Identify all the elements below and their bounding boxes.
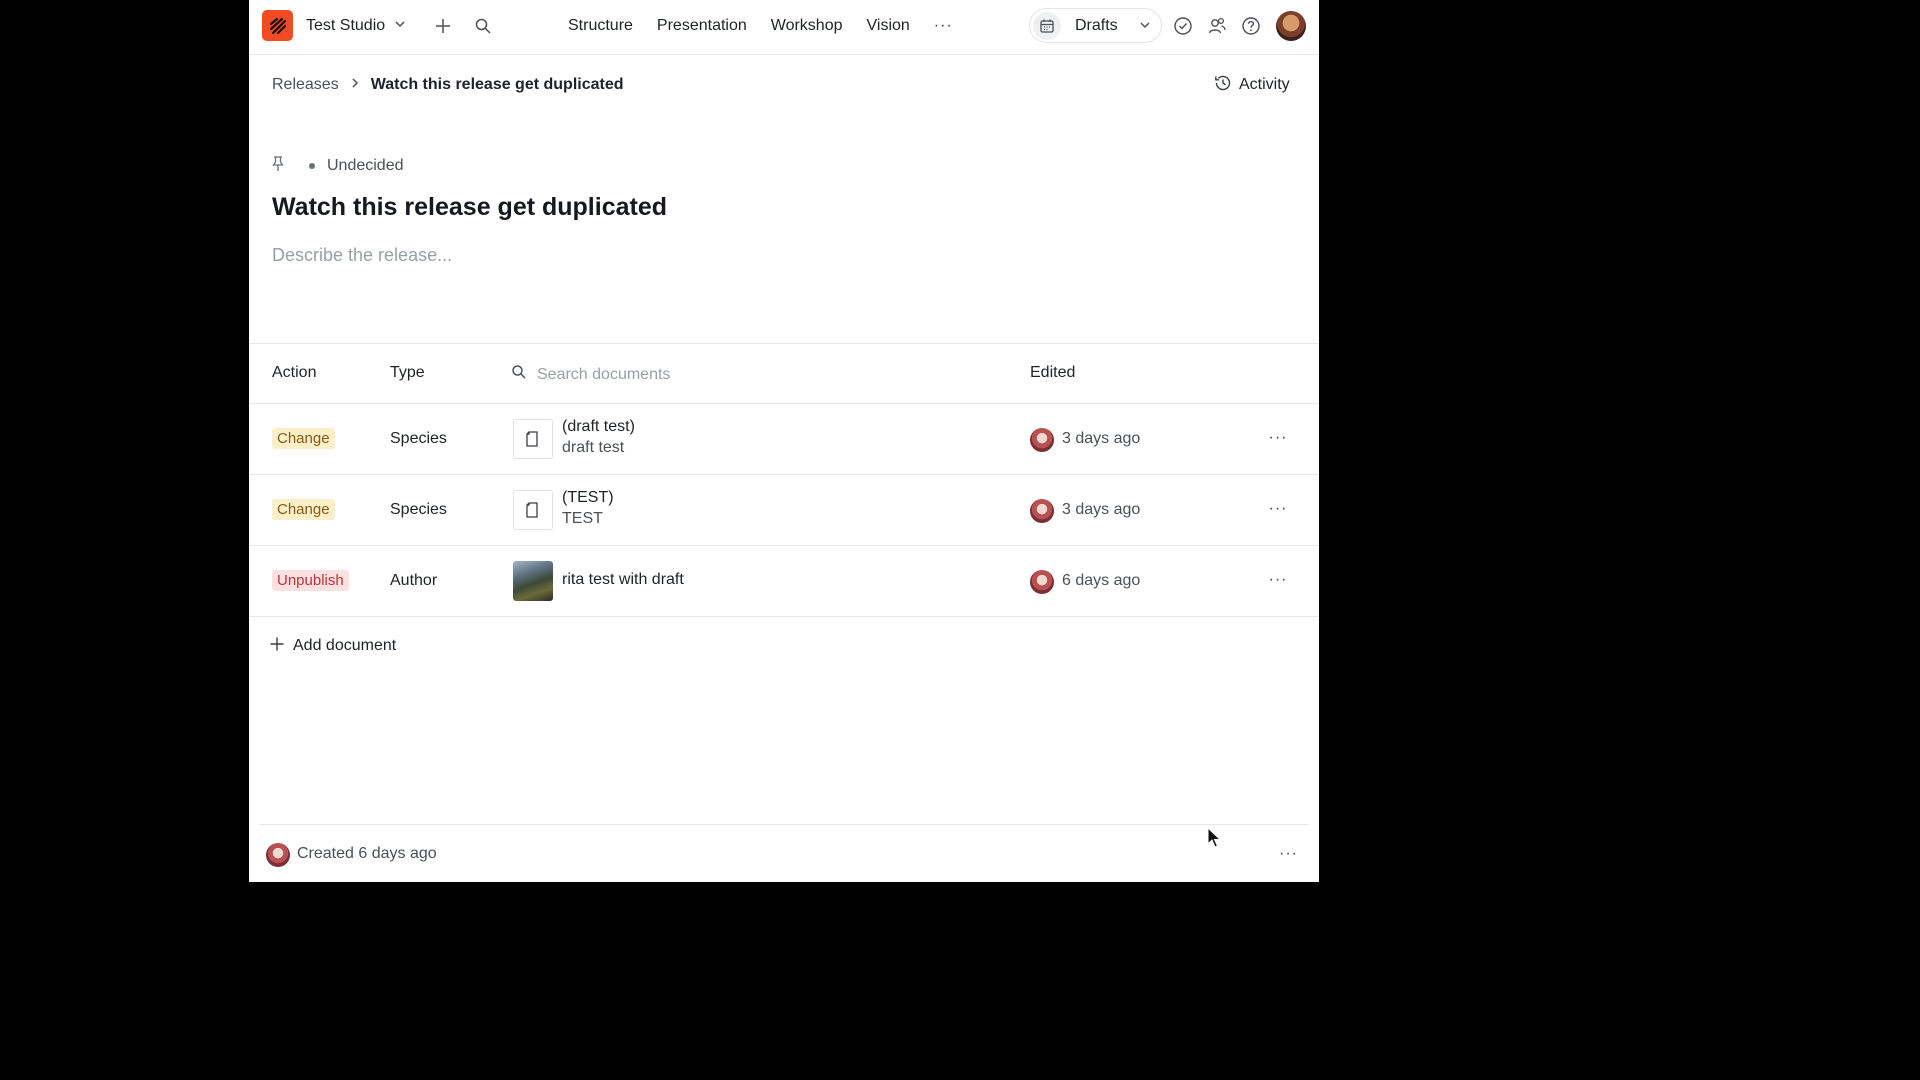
chevron-down-icon [394,17,406,35]
table-row[interactable]: Change Species (TEST) TEST 3 days ago ··… [249,475,1319,546]
edited-time: 3 days ago [1062,430,1141,447]
check-circle-icon[interactable] [1169,12,1197,40]
tool-nav: Structure Presentation Workshop Vision ·… [568,14,953,38]
workspace-name: Test Studio [306,17,386,34]
add-document-button[interactable]: Add document [269,634,396,658]
release-title[interactable]: Watch this release get duplicated [272,193,667,222]
creator-avatar [266,843,290,867]
documents-table: Action Type Search documents Edited Chan… [249,343,1319,617]
release-detail-page: Test Studio Structure Presentation Works… [249,0,1319,882]
editor-avatar [1030,499,1054,523]
more-tools-button[interactable]: ··· [934,17,953,35]
editor-avatar [1030,428,1054,452]
add-document-label: Add document [293,637,397,654]
search-icon[interactable] [469,12,497,40]
activity-button[interactable]: Activity [1213,74,1290,96]
document-type: Author [390,572,438,589]
row-menu-button[interactable]: ··· [1266,570,1290,590]
nav-link-vision[interactable]: Vision [867,17,910,35]
plus-icon[interactable] [429,12,457,40]
perspective-label: Drafts [1075,16,1118,34]
avatar[interactable] [1276,11,1306,41]
table-row[interactable]: Change Species (draft test) draft test 3… [249,404,1319,475]
activity-label: Activity [1239,76,1290,93]
pin-icon[interactable] [271,155,285,178]
search-placeholder: Search documents [537,365,671,383]
document-type: Species [390,501,447,518]
status-dot [309,163,315,169]
table-header: Action Type Search documents Edited [249,344,1319,404]
workspace-switcher[interactable]: Test Studio [306,14,406,38]
nav-link-workshop[interactable]: Workshop [771,17,843,35]
table-row[interactable]: Unpublish Author rita test with draft 6 … [249,546,1319,617]
mouse-cursor-icon [1207,826,1222,854]
breadcrumb: Releases Watch this release get duplicat… [272,74,624,96]
top-navbar: Test Studio Structure Presentation Works… [249,0,1319,55]
action-badge: Change [272,499,335,520]
chevron-down-icon [1138,18,1152,37]
search-icon [511,364,527,385]
document-icon [513,490,553,530]
action-badge: Change [272,428,335,449]
nav-link-presentation[interactable]: Presentation [657,17,747,35]
landscape-image [513,561,553,601]
release-menu-button[interactable]: ··· [1279,845,1298,863]
row-menu-button[interactable]: ··· [1266,428,1290,448]
calendar-icon [1033,11,1061,40]
column-header-edited[interactable]: Edited [1030,364,1075,382]
breadcrumb-releases-link[interactable]: Releases [272,76,339,94]
column-header-action[interactable]: Action [272,364,316,382]
document-icon [513,419,553,459]
history-icon [1213,73,1233,98]
perspective-selector[interactable]: Drafts [1029,8,1162,43]
plus-icon [269,636,285,657]
search-documents-input[interactable]: Search documents [511,364,670,385]
created-info: Created 6 days ago [297,845,437,862]
editor-avatar [1030,570,1054,594]
status-label[interactable]: Undecided [327,157,404,175]
release-status: Undecided [271,155,404,178]
help-icon[interactable] [1237,12,1265,40]
document-title: rita test with draft [562,571,684,588]
row-menu-button[interactable]: ··· [1266,499,1290,519]
document-title: (draft test) [562,418,635,435]
nav-link-structure[interactable]: Structure [568,17,633,35]
column-header-type[interactable]: Type [390,364,425,382]
release-description-input[interactable]: Describe the release... [272,245,452,266]
edited-time: 6 days ago [1062,572,1141,589]
action-badge: Unpublish [272,570,349,591]
chevron-right-icon [349,76,361,94]
document-subtitle: TEST [562,510,603,527]
release-footer: Created 6 days ago ··· [259,824,1309,882]
edited-time: 3 days ago [1062,501,1141,518]
document-subtitle: draft test [562,439,625,456]
logo-icon[interactable] [262,10,293,41]
breadcrumb-current: Watch this release get duplicated [370,76,624,93]
document-title: (TEST) [562,489,614,506]
document-type: Species [390,430,447,447]
users-icon[interactable] [1203,12,1231,40]
